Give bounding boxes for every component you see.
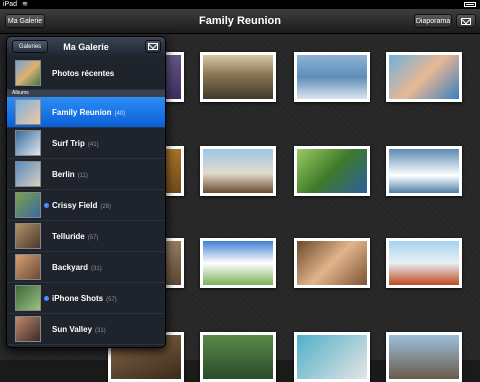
album-thumbnail: [15, 316, 41, 342]
album-count: (57): [106, 297, 117, 303]
album-thumbnail: [15, 285, 41, 311]
photo-thumbnail[interactable]: [200, 52, 276, 102]
album-item[interactable]: Sun Valley (31): [7, 314, 165, 345]
carrier-label: iPad: [3, 1, 18, 8]
mail-icon: [461, 18, 471, 25]
popover-share-button[interactable]: [145, 40, 161, 53]
album-label: Backyard (31): [52, 252, 102, 285]
album-label: Berlin (11): [52, 159, 88, 192]
photo-thumbnail[interactable]: [386, 146, 462, 196]
album-item[interactable]: Berlin (11): [7, 159, 165, 190]
album-label: Family Reunion (40): [52, 97, 125, 130]
popover-header: Ma Galerie Galeries: [7, 37, 165, 57]
photo-thumbnail[interactable]: [294, 52, 370, 102]
album-item[interactable]: Surf Trip (41): [7, 128, 165, 159]
album-thumbnail: [15, 223, 41, 249]
album-item[interactable]: Family Reunion (40): [7, 97, 165, 128]
album-thumbnail: [15, 130, 41, 156]
album-label: iPhone Shots (57): [52, 283, 117, 316]
gallery-popover: Ma Galerie Galeries Photos récentes Albu…: [6, 36, 166, 348]
wifi-icon: ≋: [22, 1, 28, 8]
photo-thumbnail[interactable]: [386, 52, 462, 102]
album-name: Surf Trip: [52, 139, 85, 148]
album-name: iPhone Shots: [52, 294, 104, 303]
page-title: Family Reunion: [199, 15, 281, 27]
slideshow-button[interactable]: Diaporama: [414, 14, 452, 28]
album-item[interactable]: Crissy Field (26): [7, 190, 165, 221]
album-count: (31): [95, 328, 106, 334]
album-thumbnail: [15, 161, 41, 187]
album-thumbnail: [15, 254, 41, 280]
mail-icon: [148, 43, 158, 50]
album-count: (41): [87, 142, 99, 148]
album-name: Family Reunion: [52, 108, 112, 117]
album-name: Crissy Field: [52, 201, 98, 210]
photo-thumbnail[interactable]: [294, 332, 370, 382]
album-indicator-dot: [44, 296, 49, 301]
photo-thumbnail[interactable]: [386, 332, 462, 382]
album-list: Photos récentes Albums Family Reunion (40…: [7, 57, 165, 347]
status-bar: iPad ≋: [0, 0, 480, 9]
album-count: (26): [100, 204, 112, 210]
galleries-back-button[interactable]: Galeries: [12, 40, 48, 53]
photo-thumbnail[interactable]: [200, 146, 276, 196]
battery-icon: [464, 2, 476, 7]
album-thumbnail: [15, 192, 41, 218]
album-label: Sun Valley (31): [52, 314, 106, 347]
share-button[interactable]: [456, 14, 476, 28]
recent-photos-item[interactable]: Photos récentes: [7, 57, 165, 90]
photo-thumbnail[interactable]: [294, 146, 370, 196]
album-thumbnail: [15, 99, 41, 125]
top-toolbar: Ma Galerie Family Reunion Diaporama: [0, 9, 480, 34]
album-item[interactable]: Telluride (57): [7, 221, 165, 252]
photo-thumbnail[interactable]: [200, 332, 276, 382]
photo-thumbnail[interactable]: [294, 238, 370, 288]
album-item[interactable]: Backyard (31): [7, 252, 165, 283]
album-item[interactable]: iPhone Shots (57): [7, 283, 165, 314]
album-name: Berlin: [52, 170, 75, 179]
album-name: Telluride: [52, 232, 85, 241]
album-label: Surf Trip (41): [52, 128, 99, 161]
album-count: (40): [114, 111, 126, 117]
photo-thumbnail[interactable]: [386, 238, 462, 288]
photo-thumbnail[interactable]: [200, 238, 276, 288]
recent-photos-thumbnail: [15, 60, 41, 86]
album-label: Telluride (57): [52, 221, 98, 254]
recent-photos-label: Photos récentes: [52, 69, 115, 78]
album-label: Crissy Field (26): [52, 190, 111, 223]
album-name: Sun Valley: [52, 325, 93, 334]
album-count: (57): [87, 235, 99, 241]
albums-section-header: Albums: [7, 90, 165, 97]
album-count: (31): [91, 266, 102, 272]
album-indicator-dot: [44, 203, 49, 208]
album-name: Backyard: [52, 263, 89, 272]
album-count: (11): [77, 173, 88, 179]
